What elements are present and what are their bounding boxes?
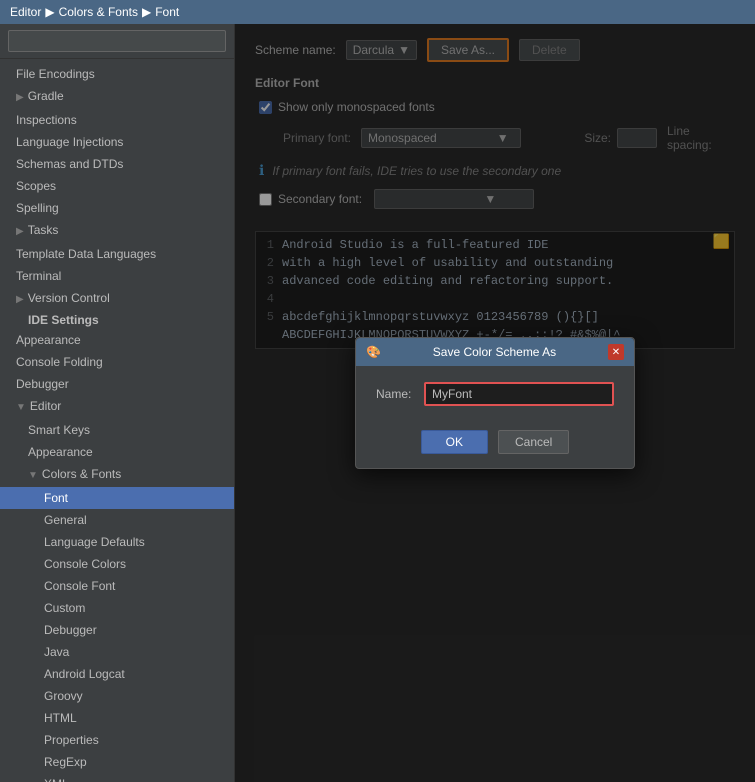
sidebar-item-schemas-dtds[interactable]: Schemas and DTDs bbox=[0, 153, 234, 175]
sidebar-item-java[interactable]: Java bbox=[0, 641, 234, 663]
modal-overlay: 🎨 Save Color Scheme As ✕ Name: OK Cancel bbox=[235, 24, 755, 782]
modal-body: Name: bbox=[356, 366, 634, 422]
sidebar-item-properties[interactable]: Properties bbox=[0, 729, 234, 751]
tree-container: File Encodings ▶Gradle Inspections Langu… bbox=[0, 59, 234, 782]
search-box bbox=[0, 24, 234, 59]
breadcrumb-arrow2: ▶ bbox=[142, 5, 151, 19]
content-panel: Scheme name: Darcula ▼ Save As... Delete… bbox=[235, 24, 755, 782]
modal-close-button[interactable]: ✕ bbox=[608, 344, 624, 360]
sidebar-item-terminal[interactable]: Terminal bbox=[0, 265, 234, 287]
sidebar: File Encodings ▶Gradle Inspections Langu… bbox=[0, 24, 235, 782]
close-icon: ✕ bbox=[612, 347, 620, 358]
sidebar-item-android-logcat[interactable]: Android Logcat bbox=[0, 663, 234, 685]
sidebar-item-debugger-2[interactable]: Debugger bbox=[0, 619, 234, 641]
sidebar-item-language-injections[interactable]: Language Injections bbox=[0, 131, 234, 153]
modal-name-row: Name: bbox=[376, 382, 614, 406]
sidebar-item-font[interactable]: Font bbox=[0, 487, 234, 509]
ide-settings-header: IDE Settings bbox=[0, 311, 234, 329]
sidebar-item-spelling[interactable]: Spelling bbox=[0, 197, 234, 219]
sidebar-item-colors-fonts[interactable]: ▼Colors & Fonts bbox=[0, 463, 234, 487]
breadcrumb-editor: Editor bbox=[10, 5, 41, 19]
sidebar-item-general[interactable]: General bbox=[0, 509, 234, 531]
sidebar-item-xml[interactable]: XML bbox=[0, 773, 234, 782]
sidebar-item-console-font[interactable]: Console Font bbox=[0, 575, 234, 597]
sidebar-item-groovy[interactable]: Groovy bbox=[0, 685, 234, 707]
sidebar-item-scopes[interactable]: Scopes bbox=[0, 175, 234, 197]
modal-title-bar: 🎨 Save Color Scheme As ✕ bbox=[356, 338, 634, 366]
modal-cancel-button[interactable]: Cancel bbox=[498, 430, 569, 454]
sidebar-item-tasks[interactable]: ▶Tasks bbox=[0, 219, 234, 243]
sidebar-item-console-folding[interactable]: Console Folding bbox=[0, 351, 234, 373]
modal-buttons: OK Cancel bbox=[356, 422, 634, 468]
modal-title: Save Color Scheme As bbox=[433, 345, 556, 359]
sidebar-item-appearance-2[interactable]: Appearance bbox=[0, 441, 234, 463]
save-scheme-dialog: 🎨 Save Color Scheme As ✕ Name: OK Cancel bbox=[355, 337, 635, 469]
modal-name-input[interactable] bbox=[424, 382, 614, 406]
breadcrumb-current: Font bbox=[155, 5, 179, 19]
search-input[interactable] bbox=[8, 30, 226, 52]
sidebar-item-html[interactable]: HTML bbox=[0, 707, 234, 729]
title-bar: Editor ▶ Colors & Fonts ▶ Font bbox=[0, 0, 755, 24]
breadcrumb-arrow1: ▶ bbox=[45, 5, 54, 19]
breadcrumb-colors-fonts: Colors & Fonts bbox=[59, 5, 138, 19]
sidebar-item-console-colors[interactable]: Console Colors bbox=[0, 553, 234, 575]
modal-name-label: Name: bbox=[376, 387, 416, 401]
sidebar-item-debugger[interactable]: Debugger bbox=[0, 373, 234, 395]
sidebar-item-gradle[interactable]: ▶Gradle bbox=[0, 85, 234, 109]
modal-icon: 🎨 bbox=[366, 345, 381, 359]
modal-ok-button[interactable]: OK bbox=[421, 430, 488, 454]
sidebar-item-inspections[interactable]: Inspections bbox=[0, 109, 234, 131]
sidebar-item-appearance[interactable]: Appearance bbox=[0, 329, 234, 351]
sidebar-item-regexp[interactable]: RegExp bbox=[0, 751, 234, 773]
sidebar-item-language-defaults[interactable]: Language Defaults bbox=[0, 531, 234, 553]
sidebar-item-custom[interactable]: Custom bbox=[0, 597, 234, 619]
sidebar-item-file-encodings[interactable]: File Encodings bbox=[0, 63, 234, 85]
sidebar-item-smart-keys[interactable]: Smart Keys bbox=[0, 419, 234, 441]
main-layout: File Encodings ▶Gradle Inspections Langu… bbox=[0, 24, 755, 782]
sidebar-item-editor[interactable]: ▼Editor bbox=[0, 395, 234, 419]
sidebar-item-version-control[interactable]: ▶Version Control bbox=[0, 287, 234, 311]
sidebar-item-template-data-languages[interactable]: Template Data Languages bbox=[0, 243, 234, 265]
